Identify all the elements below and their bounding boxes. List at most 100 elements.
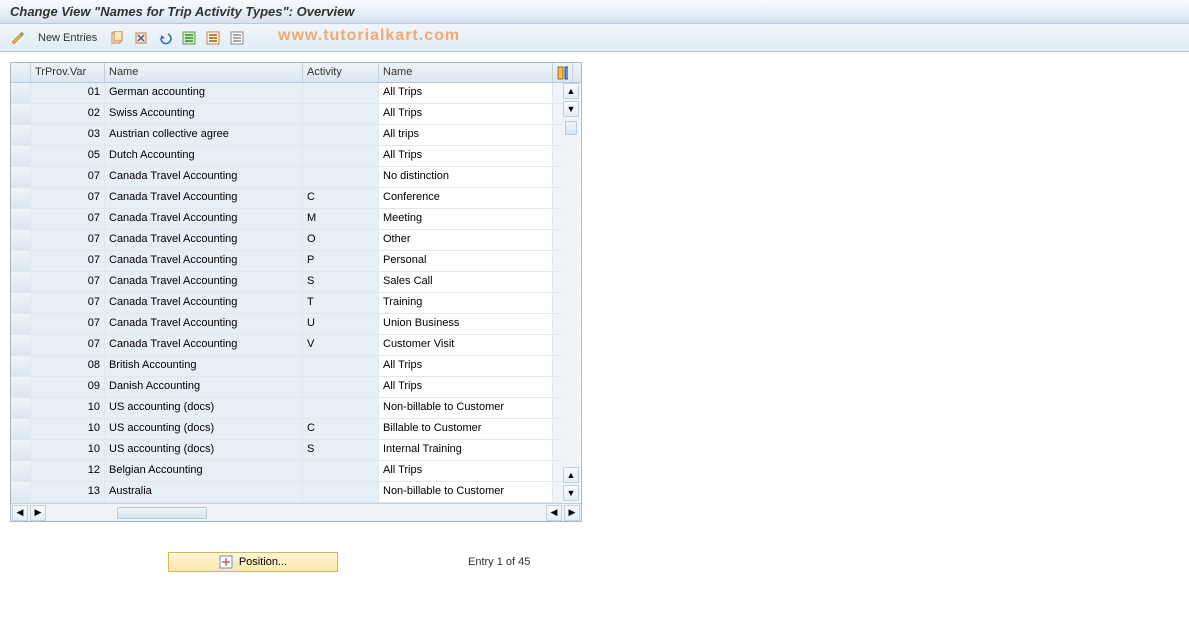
toggle-edit-icon[interactable] xyxy=(8,28,28,48)
cell-name2[interactable]: No distinction xyxy=(379,167,553,187)
table-row[interactable]: 07Canada Travel AccountingNo distinction xyxy=(11,167,581,188)
cell-name2[interactable]: All Trips xyxy=(379,104,553,124)
cell-trprov[interactable]: 10 xyxy=(31,419,105,439)
cell-name2[interactable]: Conference xyxy=(379,188,553,208)
cell-name1[interactable]: British Accounting xyxy=(105,356,303,376)
cell-name1[interactable]: Belgian Accounting xyxy=(105,461,303,481)
column-activity[interactable]: Activity xyxy=(303,63,379,82)
select-block-icon[interactable] xyxy=(203,28,223,48)
cell-name1[interactable]: German accounting xyxy=(105,83,303,103)
horizontal-scrollbar[interactable]: ◀ ▶ ◀ ▶ xyxy=(11,503,581,521)
table-row[interactable]: 07Canada Travel AccountingMMeeting xyxy=(11,209,581,230)
cell-activity[interactable] xyxy=(303,398,379,418)
scroll-up-icon[interactable]: ▲ xyxy=(563,83,579,99)
cell-activity[interactable] xyxy=(303,377,379,397)
cell-name1[interactable]: Dutch Accounting xyxy=(105,146,303,166)
cell-name1[interactable]: Austrian collective agree xyxy=(105,125,303,145)
hscroll-thumb[interactable] xyxy=(117,507,207,519)
cell-trprov[interactable]: 08 xyxy=(31,356,105,376)
cell-name2[interactable]: Personal xyxy=(379,251,553,271)
scroll-right-icon[interactable]: ▶ xyxy=(564,505,580,521)
cell-trprov[interactable]: 07 xyxy=(31,188,105,208)
cell-trprov[interactable]: 07 xyxy=(31,335,105,355)
cell-trprov[interactable]: 02 xyxy=(31,104,105,124)
cell-activity[interactable] xyxy=(303,146,379,166)
cell-activity[interactable] xyxy=(303,83,379,103)
row-selector[interactable] xyxy=(11,314,31,334)
cell-activity[interactable]: U xyxy=(303,314,379,334)
cell-activity[interactable]: T xyxy=(303,293,379,313)
table-row[interactable]: 07Canada Travel AccountingCConference xyxy=(11,188,581,209)
cell-activity[interactable] xyxy=(303,482,379,502)
row-selector[interactable] xyxy=(11,167,31,187)
cell-name2[interactable]: All Trips xyxy=(379,146,553,166)
scroll-left-small-icon[interactable]: ◀ xyxy=(546,505,562,521)
column-trprov[interactable]: TrProv.Var xyxy=(31,63,105,82)
cell-activity[interactable]: S xyxy=(303,440,379,460)
cell-activity[interactable]: M xyxy=(303,209,379,229)
cell-name1[interactable]: Canada Travel Accounting xyxy=(105,251,303,271)
scroll-down-small-icon[interactable]: ▼ xyxy=(563,101,579,117)
cell-activity[interactable]: O xyxy=(303,230,379,250)
scroll-right-small-icon[interactable]: ▶ xyxy=(30,505,46,521)
table-row[interactable]: 07Canada Travel AccountingSSales Call xyxy=(11,272,581,293)
copy-icon[interactable] xyxy=(107,28,127,48)
table-row[interactable]: 13AustraliaNon-billable to Customer xyxy=(11,482,581,503)
cell-activity[interactable] xyxy=(303,461,379,481)
deselect-all-icon[interactable] xyxy=(227,28,247,48)
row-selector[interactable] xyxy=(11,293,31,313)
cell-name2[interactable]: All Trips xyxy=(379,461,553,481)
row-selector[interactable] xyxy=(11,125,31,145)
undo-icon[interactable] xyxy=(155,28,175,48)
cell-name2[interactable]: Other xyxy=(379,230,553,250)
table-row[interactable]: 07Canada Travel AccountingTTraining xyxy=(11,293,581,314)
cell-name2[interactable]: All trips xyxy=(379,125,553,145)
cell-trprov[interactable]: 07 xyxy=(31,314,105,334)
cell-activity[interactable]: S xyxy=(303,272,379,292)
cell-trprov[interactable]: 03 xyxy=(31,125,105,145)
cell-name1[interactable]: Canada Travel Accounting xyxy=(105,293,303,313)
vertical-scrollbar[interactable]: ▲ ▼ ▲ ▼ xyxy=(562,83,580,503)
scroll-left-icon[interactable]: ◀ xyxy=(12,505,28,521)
cell-name1[interactable]: Canada Travel Accounting xyxy=(105,272,303,292)
cell-name2[interactable]: All Trips xyxy=(379,83,553,103)
cell-name2[interactable]: Internal Training xyxy=(379,440,553,460)
cell-activity[interactable] xyxy=(303,356,379,376)
table-row[interactable]: 07Canada Travel AccountingPPersonal xyxy=(11,251,581,272)
cell-activity[interactable]: C xyxy=(303,188,379,208)
cell-trprov[interactable]: 10 xyxy=(31,440,105,460)
cell-name2[interactable]: Non-billable to Customer xyxy=(379,398,553,418)
cell-name1[interactable]: Canada Travel Accounting xyxy=(105,335,303,355)
cell-activity[interactable] xyxy=(303,125,379,145)
row-selector[interactable] xyxy=(11,104,31,124)
cell-name1[interactable]: Canada Travel Accounting xyxy=(105,167,303,187)
table-row[interactable]: 07Canada Travel AccountingOOther xyxy=(11,230,581,251)
cell-name1[interactable]: Canada Travel Accounting xyxy=(105,188,303,208)
table-row[interactable]: 10US accounting (docs)CBillable to Custo… xyxy=(11,419,581,440)
scroll-thumb[interactable] xyxy=(565,121,577,135)
row-selector[interactable] xyxy=(11,335,31,355)
row-selector[interactable] xyxy=(11,230,31,250)
scroll-up-small-icon[interactable]: ▲ xyxy=(563,467,579,483)
row-selector[interactable] xyxy=(11,398,31,418)
cell-name2[interactable]: Meeting xyxy=(379,209,553,229)
cell-name1[interactable]: US accounting (docs) xyxy=(105,398,303,418)
cell-trprov[interactable]: 07 xyxy=(31,230,105,250)
cell-trprov[interactable]: 07 xyxy=(31,251,105,271)
select-all-icon[interactable] xyxy=(179,28,199,48)
cell-activity[interactable] xyxy=(303,167,379,187)
cell-name1[interactable]: US accounting (docs) xyxy=(105,440,303,460)
position-button[interactable]: Position... xyxy=(168,552,338,572)
table-row[interactable]: 12Belgian AccountingAll Trips xyxy=(11,461,581,482)
new-entries-button[interactable]: New Entries xyxy=(34,30,101,46)
cell-name2[interactable]: Non-billable to Customer xyxy=(379,482,553,502)
cell-trprov[interactable]: 07 xyxy=(31,209,105,229)
table-row[interactable]: 03Austrian collective agree All trips xyxy=(11,125,581,146)
table-row[interactable]: 01German accountingAll Trips xyxy=(11,83,581,104)
row-selector[interactable] xyxy=(11,146,31,166)
cell-name1[interactable]: Canada Travel Accounting xyxy=(105,230,303,250)
row-selector[interactable] xyxy=(11,209,31,229)
cell-name1[interactable]: Canada Travel Accounting xyxy=(105,209,303,229)
table-row[interactable]: 02Swiss AccountingAll Trips xyxy=(11,104,581,125)
column-name2[interactable]: Name xyxy=(379,63,553,82)
